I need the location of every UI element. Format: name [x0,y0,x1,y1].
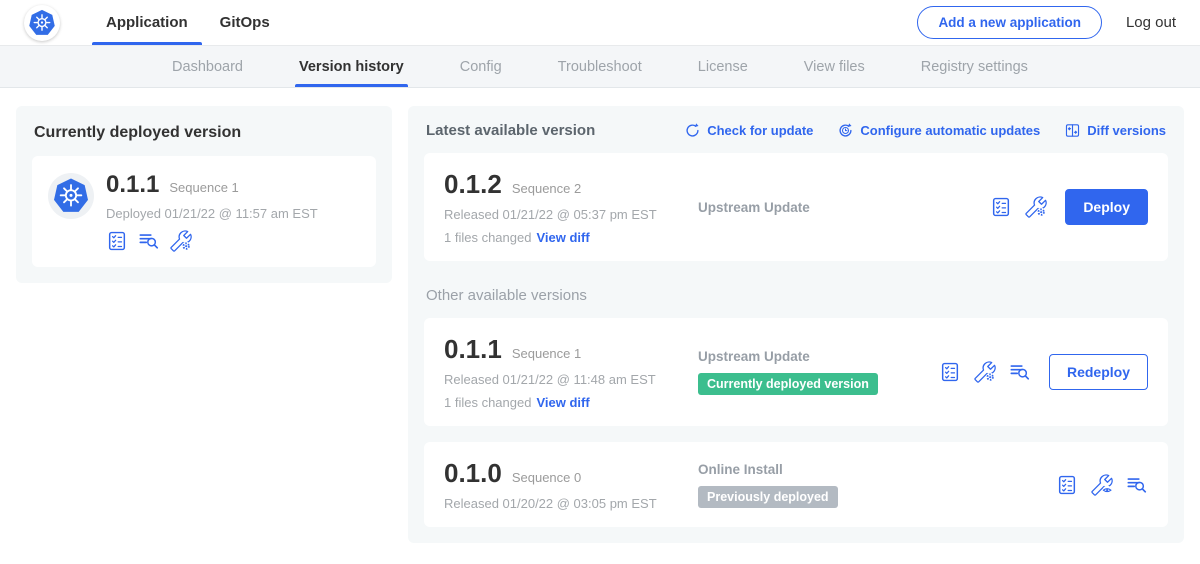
version-number: 0.1.0 [444,458,502,489]
subnav-tab-config-label: Config [460,59,502,75]
version-row-0-1-2: 0.1.2 Sequence 2 Released 01/21/22 @ 05:… [424,153,1168,261]
available-panel-header: Latest available version Check for updat… [426,122,1166,139]
version-source: Online Install Previously deployed [696,462,1056,508]
released-timestamp: Released 01/20/22 @ 03:05 pm EST [444,496,696,511]
currently-deployed-badge: Currently deployed version [698,373,878,395]
deploy-logs-icon[interactable] [138,230,160,252]
app-subnav: Dashboard Version history Config Trouble… [0,46,1200,88]
tab-gitops-label: GitOps [220,14,270,31]
deployed-sequence: Sequence 1 [169,180,238,195]
deployed-version-number: 0.1.1 [106,171,159,199]
view-diff-link[interactable]: View diff [536,395,589,410]
released-timestamp: Released 01/21/22 @ 11:48 am EST [444,372,696,387]
previously-deployed-badge: Previously deployed [698,486,838,508]
deploy-logs-icon[interactable] [1126,474,1148,496]
auto-update-icon [837,122,854,139]
version-info: 0.1.0 Sequence 0 Released 01/20/22 @ 03:… [444,458,696,511]
subnav-tab-version-history-label: Version history [299,59,404,75]
currently-deployed-panel: Currently deployed version 0.1.1 Sequenc… [16,106,392,283]
version-actions: Redeploy [939,354,1148,390]
currently-deployed-card: 0.1.1 Sequence 1 Deployed 01/21/22 @ 11:… [32,156,376,267]
edit-config-icon[interactable] [1025,196,1047,218]
kubernetes-app-icon [48,173,94,219]
kubernetes-logo-icon [24,5,60,41]
files-changed-count: 1 files changed [444,395,531,410]
panel-actions: Check for update Configure automatic upd… [684,122,1166,139]
version-source: Upstream Update [696,200,990,215]
files-changed-line: 1 files changed View diff [444,395,696,410]
released-timestamp: Released 01/21/22 @ 05:37 pm EST [444,207,696,222]
preflight-checks-icon[interactable] [990,196,1012,218]
files-changed-count: 1 files changed [444,230,531,245]
diff-icon [1064,122,1081,139]
tab-application[interactable]: Application [90,0,204,45]
latest-available-title: Latest available version [426,122,595,139]
version-number: 0.1.2 [444,169,502,200]
version-info: 0.1.1 Sequence 1 Released 01/21/22 @ 11:… [444,334,696,410]
subnav-tab-dashboard[interactable]: Dashboard [172,46,243,87]
edit-config-icon[interactable] [170,230,192,252]
refresh-icon [684,122,701,139]
version-actions: Deploy [990,189,1148,225]
version-info: 0.1.2 Sequence 2 Released 01/21/22 @ 05:… [444,169,696,245]
subnav-tab-dashboard-label: Dashboard [172,59,243,75]
subnav-tab-license[interactable]: License [698,46,748,87]
add-application-button[interactable]: Add a new application [917,6,1102,39]
available-versions-panel: Latest available version Check for updat… [408,106,1184,543]
version-source: Upstream Update Currently deployed versi… [696,349,939,395]
subnav-tab-registry-settings-label: Registry settings [921,59,1028,75]
edit-config-icon[interactable] [974,361,996,383]
currently-deployed-title: Currently deployed version [34,124,374,142]
subnav-tab-troubleshoot[interactable]: Troubleshoot [558,46,642,87]
version-row-0-1-0: 0.1.0 Sequence 0 Released 01/20/22 @ 03:… [424,442,1168,527]
source-label: Online Install [698,462,1056,477]
app-logo [24,0,60,45]
top-nav-right: Add a new application Log out [917,0,1176,45]
admin-console-page: Application GitOps Add a new application… [0,0,1200,564]
subnav-tab-view-files[interactable]: View files [804,46,865,87]
source-label: Upstream Update [698,349,939,364]
preflight-checks-icon[interactable] [939,361,961,383]
top-nav-tabs: Application GitOps [90,0,286,45]
deployed-timestamp: Deployed 01/21/22 @ 11:57 am EST [106,206,318,221]
redeploy-button[interactable]: Redeploy [1049,354,1148,390]
check-for-update-label: Check for update [707,123,813,138]
subnav-tab-license-label: License [698,59,748,75]
version-actions [1056,474,1148,496]
preflight-checks-icon[interactable] [1056,474,1078,496]
tab-application-label: Application [106,14,188,31]
version-sequence: Sequence 0 [512,470,581,485]
preflight-checks-icon[interactable] [106,230,128,252]
version-sequence: Sequence 2 [512,181,581,196]
diff-versions-link[interactable]: Diff versions [1064,122,1166,139]
subnav-tab-view-files-label: View files [804,59,865,75]
logout-link[interactable]: Log out [1126,14,1176,31]
subnav-tab-version-history[interactable]: Version history [299,46,404,87]
version-row-0-1-1: 0.1.1 Sequence 1 Released 01/21/22 @ 11:… [424,318,1168,426]
check-for-update-link[interactable]: Check for update [684,122,813,139]
diff-versions-label: Diff versions [1087,123,1166,138]
top-nav-bar: Application GitOps Add a new application… [0,0,1200,46]
version-number: 0.1.1 [444,334,502,365]
configure-automatic-updates-link[interactable]: Configure automatic updates [837,122,1040,139]
configure-automatic-updates-label: Configure automatic updates [860,123,1040,138]
subnav-tab-config[interactable]: Config [460,46,502,87]
view-config-icon[interactable] [1091,474,1113,496]
files-changed-line: 1 files changed View diff [444,230,696,245]
other-versions-title: Other available versions [426,287,1166,304]
version-sequence: Sequence 1 [512,346,581,361]
deploy-logs-icon[interactable] [1009,361,1031,383]
deploy-button[interactable]: Deploy [1065,189,1148,225]
subnav-tab-registry-settings[interactable]: Registry settings [921,46,1028,87]
source-label: Upstream Update [698,200,990,215]
main-content: Currently deployed version 0.1.1 Sequenc… [0,88,1200,561]
deployed-actions [106,230,318,252]
view-diff-link[interactable]: View diff [536,230,589,245]
deployed-version-info: 0.1.1 Sequence 1 Deployed 01/21/22 @ 11:… [106,171,318,252]
subnav-tab-troubleshoot-label: Troubleshoot [558,59,642,75]
tab-gitops[interactable]: GitOps [204,0,286,45]
